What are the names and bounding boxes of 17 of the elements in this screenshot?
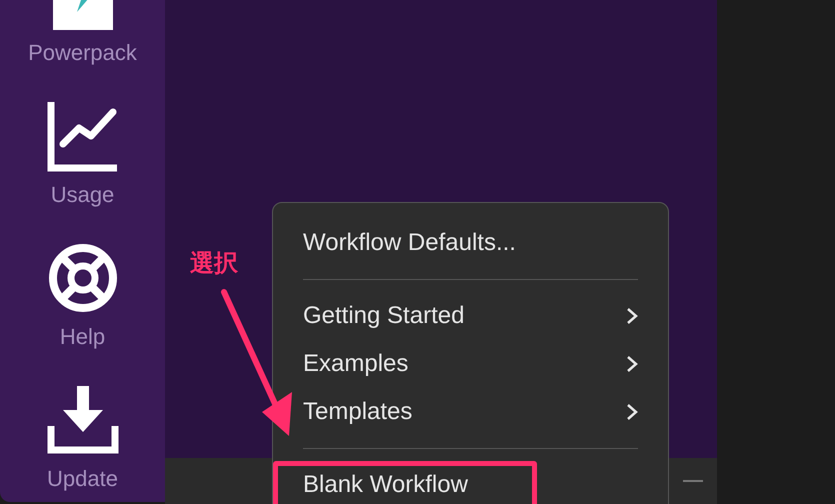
sidebar-label[interactable]: Help — [60, 324, 106, 350]
lifebuoy-icon — [46, 242, 118, 314]
line-chart-icon — [46, 100, 118, 172]
menu-item[interactable]: Workflow Defaults... — [303, 219, 638, 267]
chevron-right-icon — [626, 307, 638, 325]
chevron-right-icon — [626, 355, 638, 373]
sidebar-label[interactable]: Update — [47, 466, 118, 492]
menu-item[interactable]: Templates — [303, 388, 638, 436]
menu-item[interactable]: Blank Workflow — [273, 461, 537, 504]
minus-icon[interactable] — [683, 480, 703, 482]
menu-item[interactable]: Getting Started — [303, 292, 638, 340]
sidebar-label[interactable]: Powerpack — [28, 40, 137, 66]
menu-item[interactable]: Examples — [303, 340, 638, 388]
annotation-label: 選択 — [190, 252, 238, 276]
sidebar-label[interactable]: Usage — [50, 182, 114, 208]
download-icon — [46, 384, 118, 456]
chevron-right-icon — [626, 403, 638, 421]
